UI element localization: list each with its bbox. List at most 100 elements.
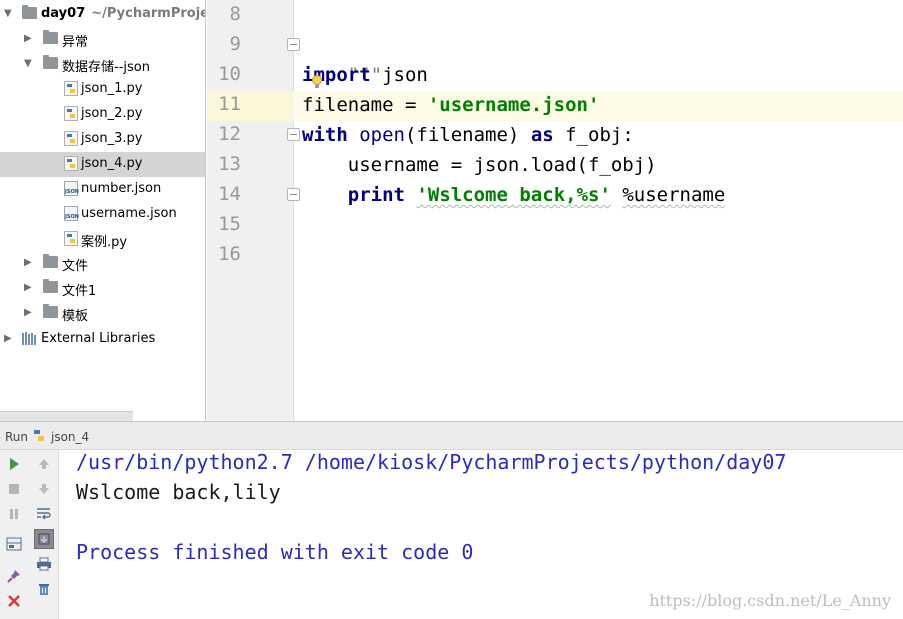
line-number: 12: [218, 123, 241, 145]
library-icon: [22, 332, 36, 345]
wrap-icon: [37, 508, 51, 520]
python-file-icon: [64, 81, 78, 96]
line-number: 10: [218, 63, 241, 85]
tree-item-folder[interactable]: ▶ 文件1: [0, 276, 205, 301]
line-number: 13: [218, 153, 241, 175]
tree-item-label: 异常: [62, 35, 89, 50]
scroll-icon: [38, 533, 50, 545]
tree-item-external-libraries[interactable]: ▶ External Libraries: [0, 327, 205, 352]
stop-button[interactable]: [4, 479, 24, 499]
python-file-icon: [64, 156, 78, 171]
chevron-right-icon[interactable]: ▶: [4, 333, 12, 344]
run-toolbar: [0, 450, 59, 619]
code-line-11: filename = 'username.json': [302, 94, 600, 116]
lightbulb-icon[interactable]: [311, 74, 323, 90]
close-icon: [8, 595, 20, 607]
chevron-right-icon[interactable]: ▶: [24, 33, 32, 44]
tree-horizontal-scrollbar[interactable]: [0, 411, 133, 421]
close-button[interactable]: [4, 591, 24, 611]
tree-item-file[interactable]: json_3.py: [0, 127, 205, 152]
python-file-icon: [64, 131, 78, 146]
stop-icon: [9, 484, 19, 494]
pin-icon: [7, 570, 20, 583]
chevron-right-icon[interactable]: ▶: [24, 282, 32, 293]
tree-root-label: day07~/PycharmProjects: [41, 6, 205, 21]
tree-item-label: json_4.py: [81, 156, 143, 171]
scroll-to-end-button[interactable]: [34, 529, 54, 549]
json-file-icon: JSON: [64, 206, 79, 221]
tree-root-day07[interactable]: ▼ day07~/PycharmProjects: [0, 2, 205, 27]
folder-icon: [43, 254, 58, 268]
tree-item-file[interactable]: json_2.py: [0, 102, 205, 127]
restore-layout-button[interactable]: [4, 534, 24, 554]
rerun-button[interactable]: [4, 454, 24, 474]
tree-item-label: json_1.py: [81, 81, 143, 96]
tree-item-folder[interactable]: ▶ 模板: [0, 301, 205, 326]
tree-item-folder[interactable]: ▶ 文件: [0, 251, 205, 276]
console-line: /usr/bin/python2.7 /home/kiosk/PycharmPr…: [76, 450, 787, 474]
json-file-icon: JSON: [64, 181, 79, 196]
tree-item-label: 数据存储--json: [62, 60, 150, 75]
run-config-tab[interactable]: json_4: [51, 430, 89, 444]
python-file-icon: [64, 106, 78, 121]
python-file-icon: [64, 231, 78, 246]
line-number: 8: [229, 3, 241, 25]
folder-icon: [22, 5, 37, 19]
tree-item-label: json_2.py: [81, 106, 143, 121]
tree-item-file-selected[interactable]: json_4.py: [0, 152, 205, 177]
tree-item-file[interactable]: JSON username.json: [0, 202, 205, 227]
line-number: 16: [218, 243, 241, 265]
pause-icon: [10, 509, 18, 519]
fold-marker[interactable]: [287, 128, 300, 141]
print-button[interactable]: [34, 554, 54, 574]
chevron-right-icon[interactable]: ▶: [24, 257, 32, 268]
trash-icon: [39, 584, 49, 595]
tree-item-label: 案例.py: [81, 235, 128, 250]
tree-item-file[interactable]: 案例.py: [0, 227, 205, 252]
console-line: Wslcome back,lily: [76, 480, 281, 504]
folder-icon: [43, 304, 58, 318]
tree-item-label: number.json: [81, 181, 162, 196]
run-panel-title: Run: [5, 430, 29, 444]
up-arrow-icon: [39, 459, 49, 469]
python-file-icon: [34, 430, 44, 441]
project-tree: ▼ day07~/PycharmProjects ▶ 异常 ▼ 数据存储--js…: [0, 0, 206, 421]
code-line-14: print 'Wslcome back,%s' %username: [347, 184, 726, 206]
soft-wrap-button[interactable]: [34, 504, 54, 524]
run-console-output[interactable]: /usr/bin/python2.7 /home/kiosk/PycharmPr…: [60, 450, 903, 619]
run-icon: [10, 458, 19, 470]
tree-item-label: json_3.py: [81, 131, 143, 146]
line-number: 9: [229, 33, 241, 55]
chevron-down-icon[interactable]: ▼: [24, 58, 32, 69]
tree-item-file[interactable]: JSON number.json: [0, 177, 205, 202]
pin-tab-button[interactable]: [4, 566, 24, 586]
watermark: https://blog.csdn.net/Le_Anny: [649, 591, 891, 610]
scroll-down-button[interactable]: [34, 479, 54, 499]
tree-item-file[interactable]: json_1.py: [0, 77, 205, 102]
fold-marker[interactable]: [287, 38, 300, 51]
tree-item-label: 文件1: [62, 284, 97, 299]
tree-item-label: External Libraries: [41, 331, 156, 346]
scroll-up-button[interactable]: [34, 454, 54, 474]
clear-all-button[interactable]: [34, 579, 54, 599]
tree-item-label: 模板: [62, 309, 89, 324]
line-number: 11: [218, 93, 241, 115]
tree-item-folder[interactable]: ▼ 数据存储--json: [0, 52, 205, 77]
chevron-down-icon[interactable]: ▼: [4, 8, 12, 19]
pause-button[interactable]: [4, 504, 24, 524]
folder-icon: [43, 279, 58, 293]
code-editor[interactable]: 8 9 10 11 12 13 14 15 16 """ import json…: [207, 0, 903, 421]
code-line-13: username = json.load(f_obj): [302, 154, 657, 176]
code-line-9: """: [347, 64, 383, 86]
line-number: 15: [218, 213, 241, 235]
folder-icon: [43, 55, 58, 69]
chevron-right-icon[interactable]: ▶: [24, 307, 32, 318]
tree-item-label: 文件: [62, 259, 89, 274]
down-arrow-icon: [39, 484, 49, 494]
tree-item-label: username.json: [81, 206, 177, 221]
run-panel-header: Run json_4: [0, 421, 903, 450]
code-line-12: with open(filename) as f_obj:: [302, 124, 634, 146]
layout-icon: [6, 537, 22, 551]
fold-marker[interactable]: [287, 188, 300, 201]
tree-item-folder[interactable]: ▶ 异常: [0, 27, 205, 52]
